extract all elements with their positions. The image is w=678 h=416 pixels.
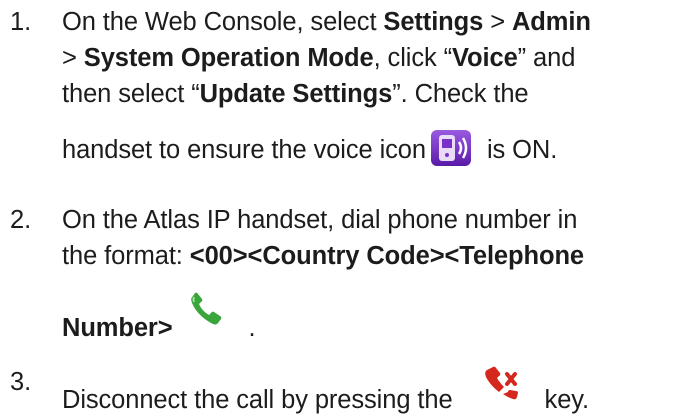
- call-send-icon: [187, 290, 227, 330]
- update-settings-label: Update Settings: [199, 80, 393, 108]
- step-3-text-a: Disconnect the call by pressing the: [62, 386, 453, 414]
- system-operation-mode-label: System Operation Mode: [83, 44, 374, 72]
- step-1-text-check: ”. Check the: [392, 80, 529, 108]
- step-1-text-on: is ON.: [479, 136, 558, 164]
- settings-menu-label: Settings: [383, 8, 484, 36]
- step-3-number: 3.: [10, 368, 32, 396]
- step-1-text-and: ” and: [517, 44, 576, 72]
- step-2-number: 2.: [10, 206, 32, 234]
- step-2-period: .: [248, 314, 256, 342]
- step-1-number: 1.: [10, 8, 32, 36]
- dial-format-label: <00><Country Code><Telephone: [189, 242, 584, 270]
- call-end-icon: [481, 366, 521, 406]
- step-2-text-a: On the Atlas IP handset, dial phone numb…: [62, 206, 578, 234]
- dial-format-label-cont: Number>: [62, 314, 173, 342]
- separator: >: [483, 8, 512, 36]
- voice-option-label: Voice: [452, 44, 518, 72]
- step-1-text-then: then select “: [62, 80, 200, 108]
- step-1-text-a: On the Web Console, select: [62, 8, 384, 36]
- step-2-text-format: the format:: [62, 242, 190, 270]
- admin-menu-label: Admin: [511, 8, 591, 36]
- step-1-text-handset: handset to ensure the voice icon: [62, 136, 426, 164]
- step-1-text-click: , click “: [373, 44, 453, 72]
- voice-mode-icon: [428, 128, 474, 168]
- separator: >: [62, 44, 84, 72]
- step-3-text-key: key.: [544, 386, 590, 414]
